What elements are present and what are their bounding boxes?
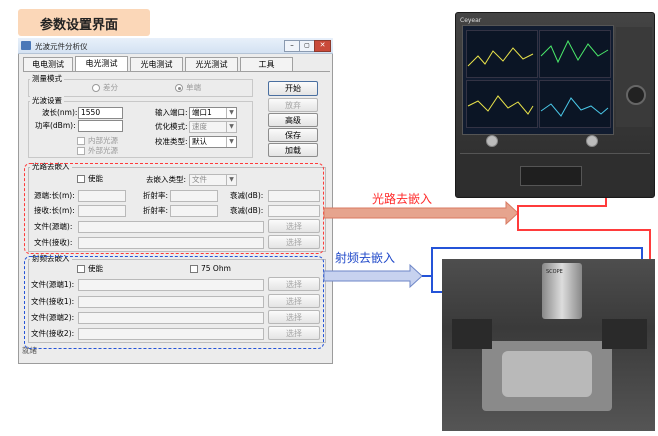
port-1	[486, 135, 498, 147]
instrument: Ceyear	[455, 12, 655, 198]
port-2	[586, 135, 598, 147]
instrument-screen	[462, 25, 614, 135]
rf-annotation: 射频去嵌入	[335, 251, 396, 265]
instrument-keypad	[616, 27, 652, 127]
instrument-lower-panel	[460, 153, 650, 196]
rf-arrow	[323, 263, 423, 289]
microscope-label: SCOPE	[546, 269, 563, 275]
probe-station-photo: SCOPE	[442, 259, 655, 431]
optical-annotation: 光路去嵌入	[372, 192, 433, 206]
instrument-brand: Ceyear	[460, 17, 482, 24]
